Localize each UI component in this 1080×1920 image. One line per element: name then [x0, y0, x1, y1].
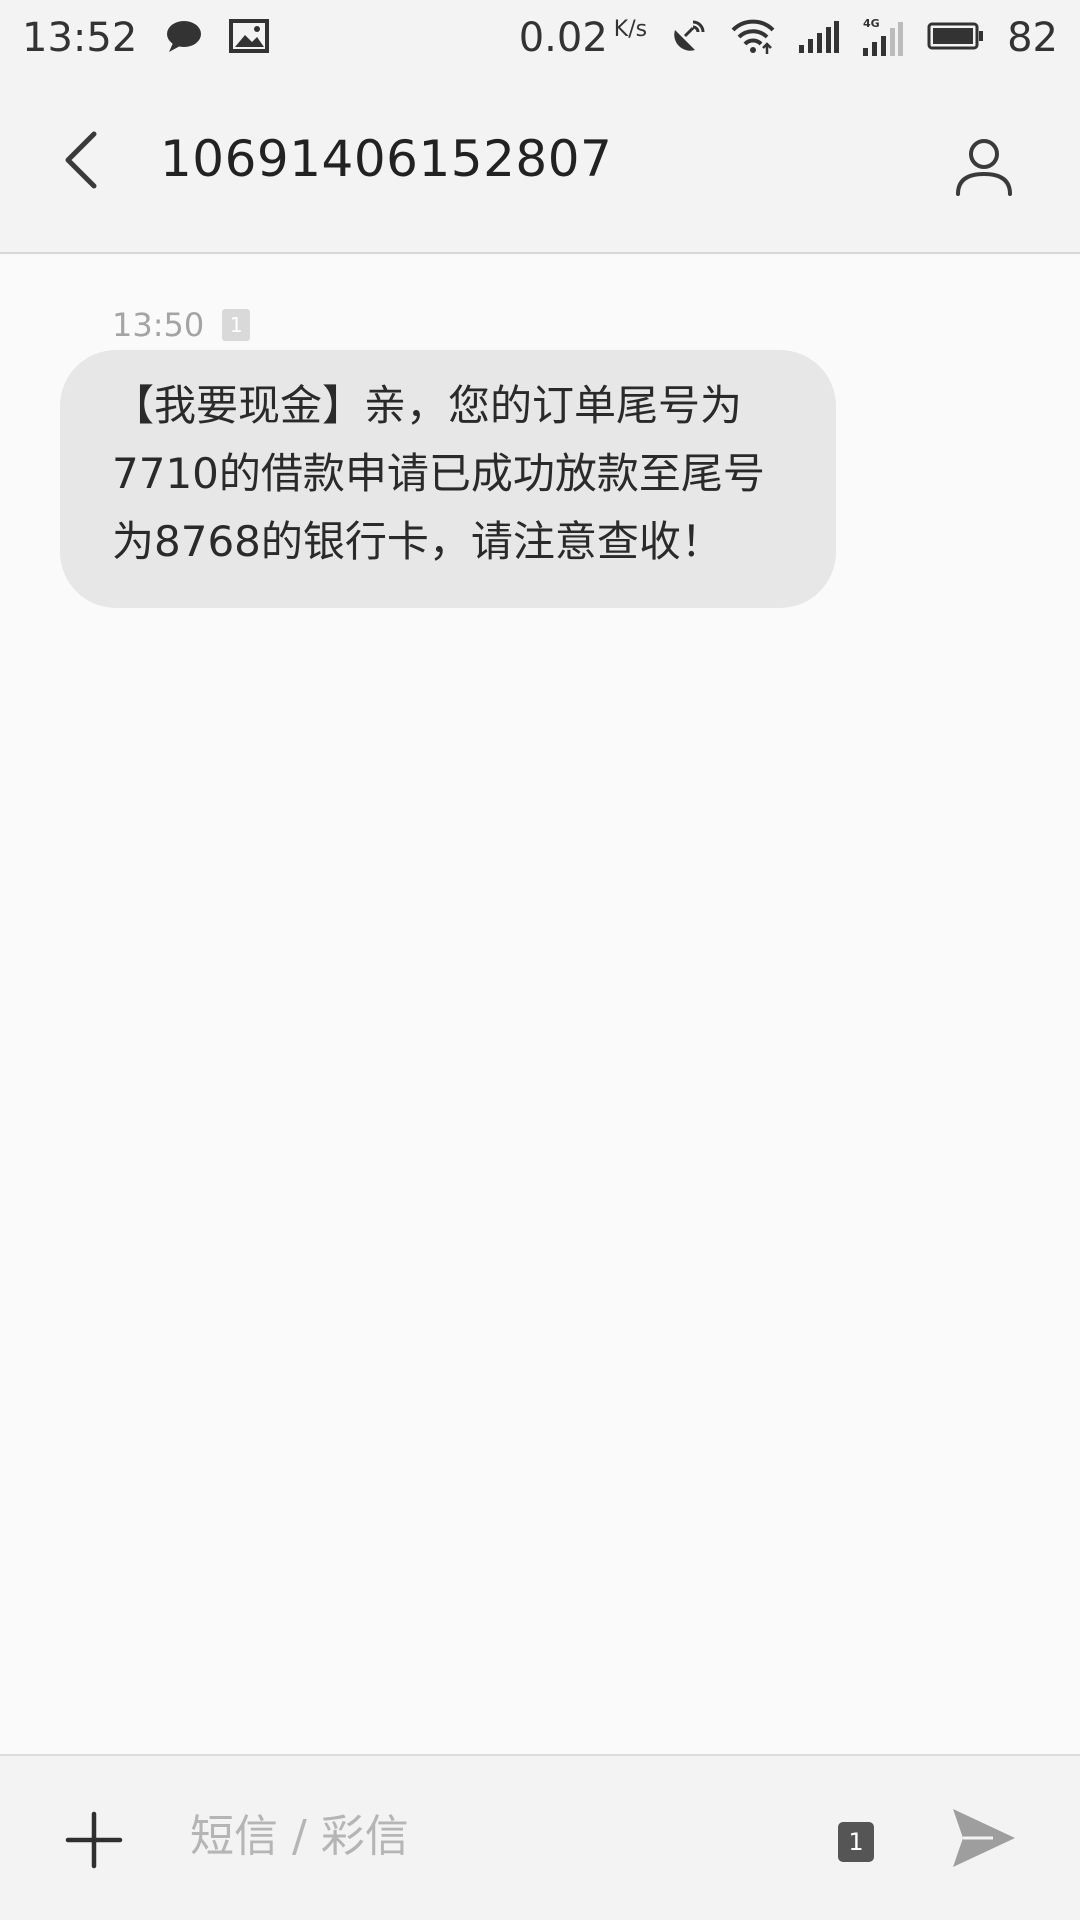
sim-select-label: 1	[848, 1828, 864, 1856]
wifi-icon	[731, 18, 775, 58]
signal-4g-icon: 4G	[861, 16, 905, 60]
chat-bubble-icon	[165, 19, 203, 57]
battery-icon	[927, 21, 985, 55]
network-speed-unit: K/s	[613, 17, 648, 42]
satellite-dish-icon	[669, 16, 709, 60]
send-button[interactable]	[944, 1798, 1024, 1878]
person-icon	[956, 139, 1012, 196]
send-icon	[953, 1809, 1015, 1867]
signal-bars-icon	[797, 19, 840, 57]
conversation-header: 10691406152807	[0, 76, 1080, 254]
message-input[interactable]	[190, 1796, 750, 1876]
network-speed: 0.02 K/s	[518, 15, 648, 61]
sim-select-button[interactable]: 1	[838, 1822, 874, 1862]
notification-icons	[165, 19, 270, 57]
message-meta: 13:50 1	[112, 306, 251, 344]
chevron-left-icon	[65, 131, 97, 189]
status-time: 13:52	[22, 15, 138, 61]
compose-bar: 1	[0, 1754, 1080, 1920]
contact-button[interactable]	[944, 126, 1024, 206]
sim-card-icon: 1	[222, 309, 251, 341]
system-icons: 0.02 K/s 4G 82	[519, 15, 1058, 61]
contact-number-title: 10691406152807	[160, 130, 613, 188]
add-attachment-button[interactable]	[54, 1800, 134, 1880]
image-icon	[229, 19, 270, 57]
plus-icon	[65, 1811, 123, 1869]
battery-percent: 82	[1007, 15, 1058, 61]
message-list[interactable]: 13:50 1 【我要现金】亲，您的订单尾号为7710的借款申请已成功放款至尾号…	[0, 254, 1080, 1754]
back-button[interactable]	[40, 120, 120, 200]
message-time: 13:50	[112, 306, 205, 344]
message-bubble[interactable]: 【我要现金】亲，您的订单尾号为7710的借款申请已成功放款至尾号为8768的银行…	[60, 350, 836, 608]
svg-text:4G: 4G	[863, 17, 880, 30]
status-bar: 13:52 0.02 K/s 4G 82	[0, 0, 1080, 76]
